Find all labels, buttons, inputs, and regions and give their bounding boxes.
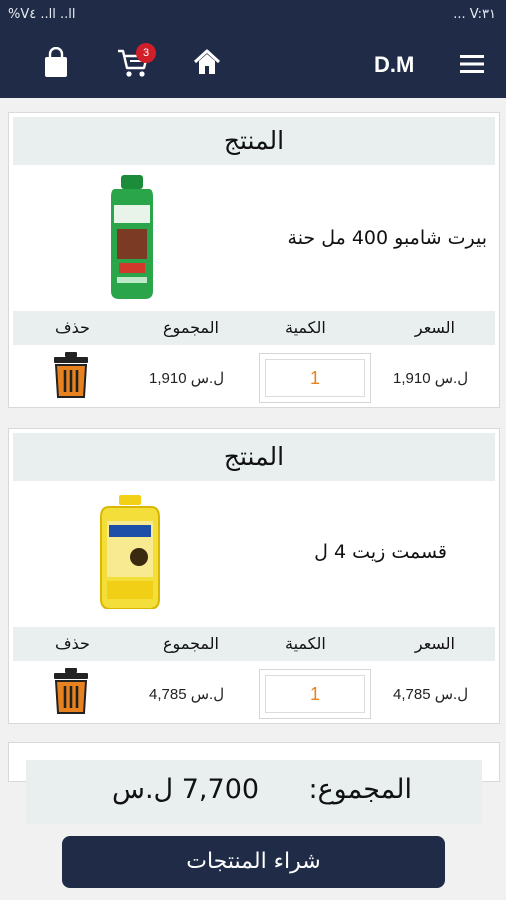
trash-icon: [54, 668, 88, 714]
menu-icon[interactable]: [458, 52, 486, 80]
cart-button[interactable]: 3: [116, 43, 156, 83]
quantity-box: [259, 353, 371, 403]
col-total: المجموع: [163, 318, 219, 337]
product-name: بيرت شامبو 400 مل حنة: [287, 227, 487, 249]
total-label: المجموع:: [308, 774, 412, 805]
product-price: 4,785 ل.س: [393, 686, 469, 703]
trash-icon: [54, 352, 88, 398]
delete-button[interactable]: [53, 667, 89, 719]
product-header: المنتج: [13, 433, 495, 481]
product-image-shampoo: [109, 175, 155, 303]
col-delete: حذف: [55, 634, 90, 653]
buy-products-button[interactable]: شراء المنتجات: [62, 836, 445, 888]
quantity-input[interactable]: [265, 675, 365, 713]
cart-count-badge: 3: [136, 43, 156, 63]
product-name: قسمت زيت 4 ل: [314, 541, 447, 563]
quantity-box: [259, 669, 371, 719]
product-price: 1,910 ل.س: [393, 370, 469, 387]
delete-button[interactable]: [53, 351, 89, 403]
status-bar: %V٤ ..ll ..ll ... V:٣١: [0, 0, 506, 30]
cart-total-bar: المجموع: 7,700 ل.س: [26, 760, 482, 824]
product-card: المنتج بيرت شامبو 400 مل حنة السعر الكمي…: [8, 112, 500, 408]
product-card: المنتج قسمت زيت 4 ل السعر الكمية المجموع…: [8, 428, 500, 724]
cart-content[interactable]: المنتج بيرت شامبو 400 مل حنة السعر الكمي…: [0, 98, 506, 900]
col-price: السعر: [414, 318, 455, 337]
status-right: ... V:٣١: [453, 7, 496, 22]
product-total: 1,910 ل.س: [149, 370, 225, 387]
col-total: المجموع: [163, 634, 219, 653]
status-left: %V٤ ..ll ..ll: [8, 7, 76, 22]
columns-header: السعر الكمية المجموع حذف: [13, 311, 495, 345]
quantity-input[interactable]: [265, 359, 365, 397]
bag-icon[interactable]: [42, 46, 70, 83]
brand-title: D.M: [374, 52, 415, 77]
product-total: 4,785 ل.س: [149, 686, 225, 703]
product-header: المنتج: [13, 117, 495, 165]
col-quantity: الكمية: [285, 318, 326, 337]
columns-header: السعر الكمية المجموع حذف: [13, 627, 495, 661]
col-quantity: الكمية: [285, 634, 326, 653]
app-bar: 3 D.M: [0, 30, 506, 98]
home-icon[interactable]: [192, 47, 222, 81]
total-value: 7,700 ل.س: [112, 774, 260, 805]
col-delete: حذف: [55, 318, 90, 337]
product-image-oil: [97, 495, 163, 613]
col-price: السعر: [414, 634, 455, 653]
